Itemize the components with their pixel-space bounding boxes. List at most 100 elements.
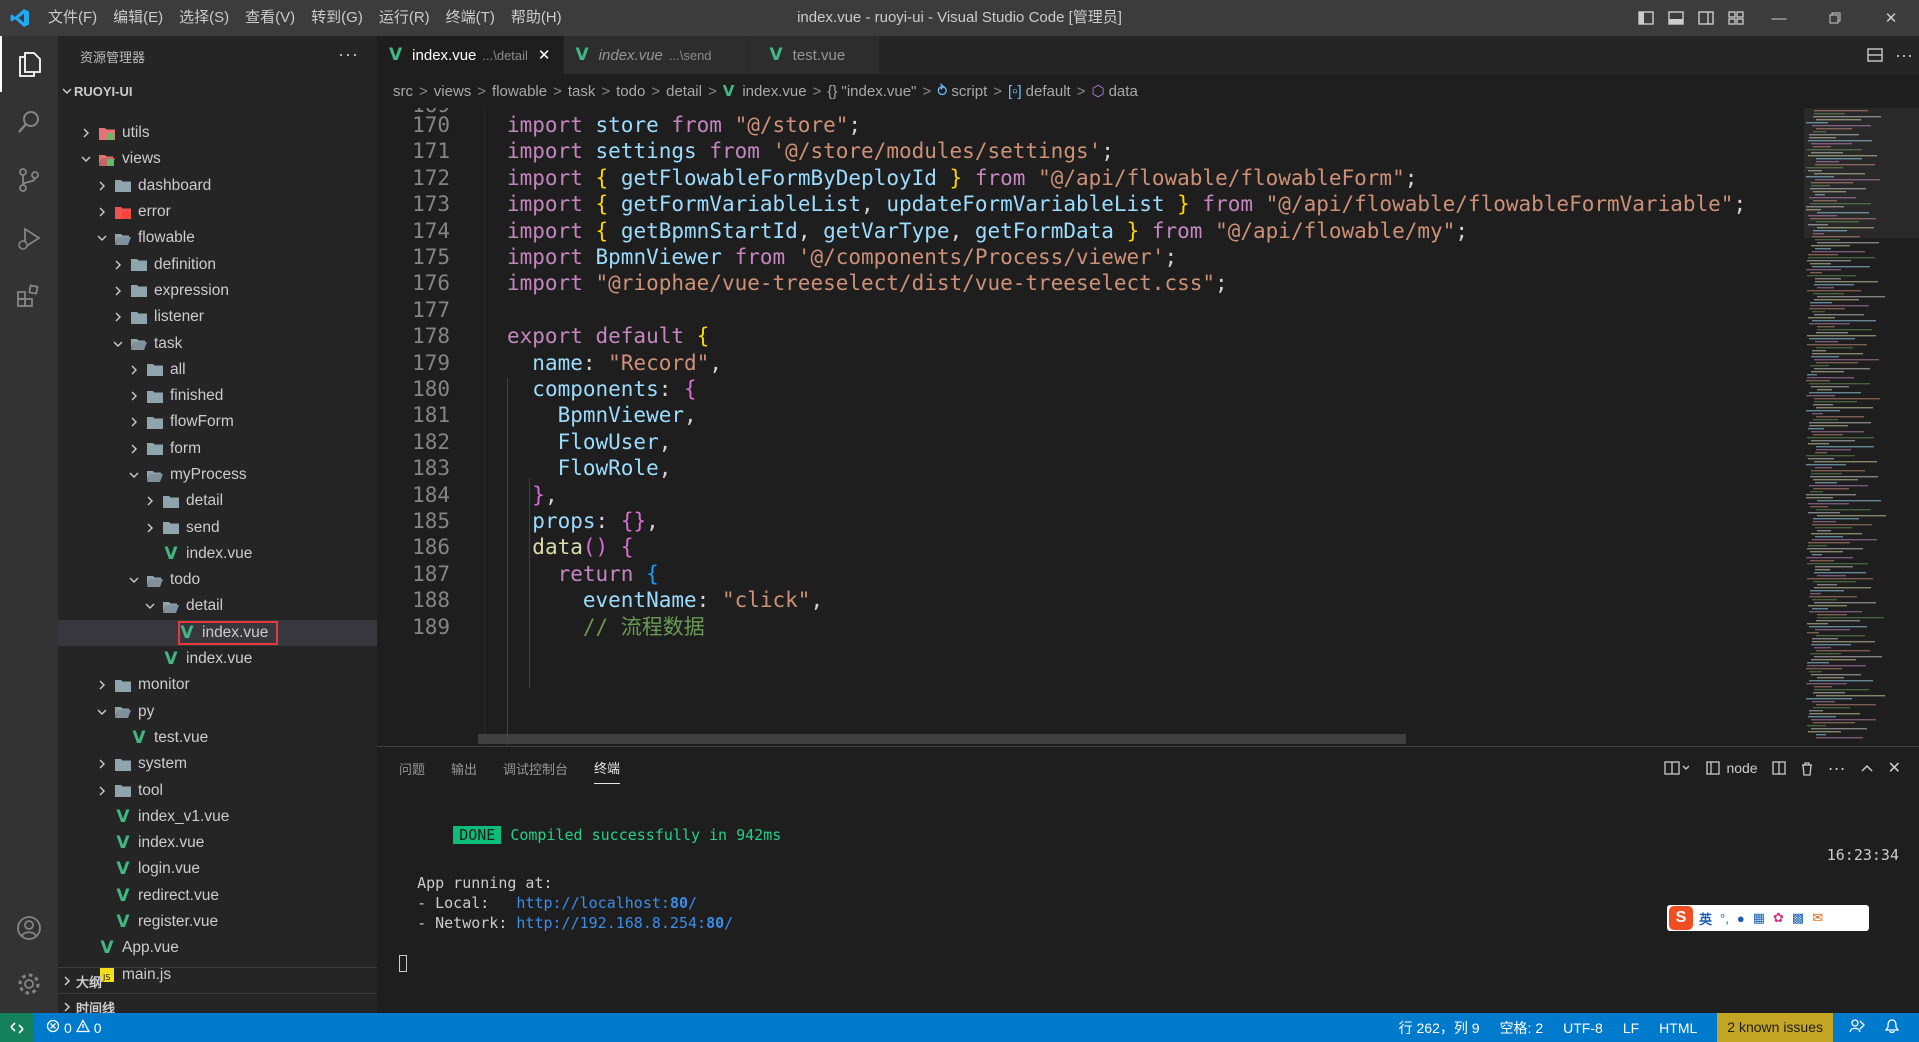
tree-item[interactable]: Vtest.vue	[58, 725, 377, 751]
tree-item[interactable]: Vredirect.vue	[58, 883, 377, 909]
workspace-root[interactable]: RUOYI-UI	[58, 80, 377, 102]
ime-mic-icon[interactable]: ●	[1737, 911, 1745, 926]
tab-debug-console[interactable]: 调试控制台	[503, 753, 568, 784]
tree-item[interactable]: detail	[58, 593, 377, 619]
breadcrumb-file[interactable]: index.vue	[742, 83, 806, 100]
search-icon[interactable]	[0, 94, 58, 150]
restore-button[interactable]	[1807, 0, 1863, 36]
customize-layout-icon[interactable]	[1721, 0, 1751, 36]
minimap[interactable]	[1804, 108, 1919, 745]
menu-help[interactable]: 帮助(H)	[503, 0, 570, 36]
kill-terminal-trash-icon[interactable]	[1800, 761, 1814, 776]
tree-item[interactable]: all	[58, 357, 377, 383]
tree-item[interactable]: form	[58, 436, 377, 462]
outline-section[interactable]: 大纲	[58, 967, 377, 994]
end-of-line[interactable]: LF	[1623, 1020, 1639, 1036]
breadcrumb-todo[interactable]: todo	[616, 83, 645, 100]
tree-item[interactable]: Vindex.vue	[58, 830, 377, 856]
menu-edit[interactable]: 编辑(E)	[105, 0, 171, 36]
breadcrumb-flowable[interactable]: flowable	[492, 83, 547, 100]
horizontal-scrollbar[interactable]	[478, 734, 1406, 744]
tab-terminal[interactable]: 终端	[594, 752, 621, 784]
tab-problems[interactable]: 问题	[399, 753, 425, 784]
tree-item[interactable]: views	[58, 146, 377, 172]
close-panel-icon[interactable]: ✕	[1888, 758, 1901, 778]
tree-item[interactable]: dashboard	[58, 173, 377, 199]
tree-item[interactable]: tool	[58, 777, 377, 803]
tree-item[interactable]: listener	[58, 304, 377, 330]
tree-item[interactable]: monitor	[58, 672, 377, 698]
notifications-bell-icon[interactable]	[1884, 1018, 1900, 1037]
tree-item[interactable]: finished	[58, 383, 377, 409]
feedback-icon[interactable]	[1849, 1018, 1865, 1037]
local-url-link[interactable]: http://localhost:80/	[516, 894, 697, 912]
menu-view[interactable]: 查看(V)	[237, 0, 303, 36]
maximize-panel-chevron-up-icon[interactable]	[1860, 763, 1874, 773]
tree-item[interactable]: todo	[58, 567, 377, 593]
accounts-icon[interactable]	[0, 900, 58, 956]
tree-item[interactable]: Vregister.vue	[58, 909, 377, 935]
tree-item[interactable]: expression	[58, 278, 377, 304]
tree-item[interactable]: error	[58, 199, 377, 225]
close-window-button[interactable]: ✕	[1863, 0, 1919, 36]
editor-more-actions-icon[interactable]: ···	[1895, 36, 1913, 74]
tab-index-vue-detail[interactable]: V index.vue ...\detail ✕	[377, 36, 564, 74]
panel-more-icon[interactable]: ···	[1828, 758, 1846, 779]
tree-item[interactable]: py	[58, 699, 377, 725]
timeline-section[interactable]: 时间线	[58, 993, 377, 1013]
toggle-panel-icon[interactable]	[1661, 0, 1691, 36]
ime-extra-icon[interactable]: ✉	[1812, 910, 1823, 926]
tab-test-vue[interactable]: V test.vue	[747, 36, 880, 74]
breadcrumb-data[interactable]: data	[1109, 83, 1138, 100]
close-tab-icon[interactable]: ✕	[538, 46, 551, 64]
breadcrumb-views[interactable]: views	[434, 83, 472, 100]
tree-item[interactable]: Vlogin.vue	[58, 856, 377, 882]
breadcrumb-default[interactable]: default	[1026, 83, 1071, 100]
source-control-icon[interactable]	[0, 152, 58, 208]
tree-item[interactable]: Vindex.vue	[58, 541, 377, 567]
menu-file[interactable]: 文件(F)	[40, 0, 105, 36]
more-actions-icon[interactable]: ···	[338, 44, 359, 65]
code-editor[interactable]: 169 170import store from "@/store";171im…	[377, 108, 1804, 745]
network-url-link[interactable]: http://192.168.8.254:80/	[516, 914, 733, 932]
terminal-shell-selector[interactable]: node	[1706, 760, 1758, 776]
toggle-secondary-sidebar-icon[interactable]	[1691, 0, 1721, 36]
tree-item[interactable]: send	[58, 514, 377, 540]
breadcrumb-script[interactable]: script	[951, 83, 987, 100]
tree-item[interactable]: Vindex.vue	[58, 646, 377, 672]
extensions-icon[interactable]	[0, 268, 58, 324]
tree-item[interactable]: myProcess	[58, 462, 377, 488]
tree-item[interactable]: detail	[58, 488, 377, 514]
run-debug-icon[interactable]	[0, 210, 58, 266]
breadcrumb-module[interactable]: {} "index.vue"	[827, 83, 916, 100]
ime-skin-icon[interactable]: ✿	[1773, 910, 1784, 926]
ime-punct-icon[interactable]: °,	[1720, 911, 1729, 926]
tree-item[interactable]: system	[58, 751, 377, 777]
menu-selection[interactable]: 选择(S)	[171, 0, 237, 36]
minimize-button[interactable]: —	[1751, 0, 1807, 36]
breadcrumb-task[interactable]: task	[568, 83, 596, 100]
cursor-position[interactable]: 行 262，列 9	[1399, 1018, 1480, 1038]
indentation[interactable]: 空格: 2	[1500, 1018, 1544, 1038]
explorer-icon[interactable]	[0, 36, 58, 92]
settings-gear-icon[interactable]	[0, 956, 58, 1012]
tab-index-vue-send[interactable]: V index.vue ...\send	[563, 36, 748, 74]
tree-item[interactable]: definition	[58, 251, 377, 277]
menu-terminal[interactable]: 终端(T)	[438, 0, 503, 36]
toggle-sidebar-icon[interactable]	[1631, 0, 1661, 36]
file-encoding[interactable]: UTF-8	[1563, 1020, 1603, 1036]
menu-go[interactable]: 转到(G)	[303, 0, 371, 36]
tab-output[interactable]: 输出	[451, 753, 477, 784]
ime-toolbar[interactable]: S 英 °, ● ▦ ✿ ▩ ✉	[1667, 905, 1869, 931]
tree-item[interactable]: task	[58, 330, 377, 356]
known-issues-badge[interactable]: 2 known issues	[1717, 1013, 1833, 1042]
new-terminal-split-icon[interactable]	[1664, 761, 1692, 775]
problems-status[interactable]: 0 0	[46, 1019, 102, 1036]
ime-keyboard-icon[interactable]: ▦	[1753, 910, 1765, 926]
language-mode[interactable]: HTML	[1659, 1020, 1697, 1036]
split-editor-icon[interactable]	[1867, 36, 1883, 74]
remote-indicator-icon[interactable]	[0, 1013, 34, 1042]
terminal-output[interactable]: DONE Compiled successfully in 942ms 16:2…	[399, 805, 1899, 973]
ime-tools-icon[interactable]: ▩	[1792, 910, 1804, 926]
menu-run[interactable]: 运行(R)	[371, 0, 438, 36]
